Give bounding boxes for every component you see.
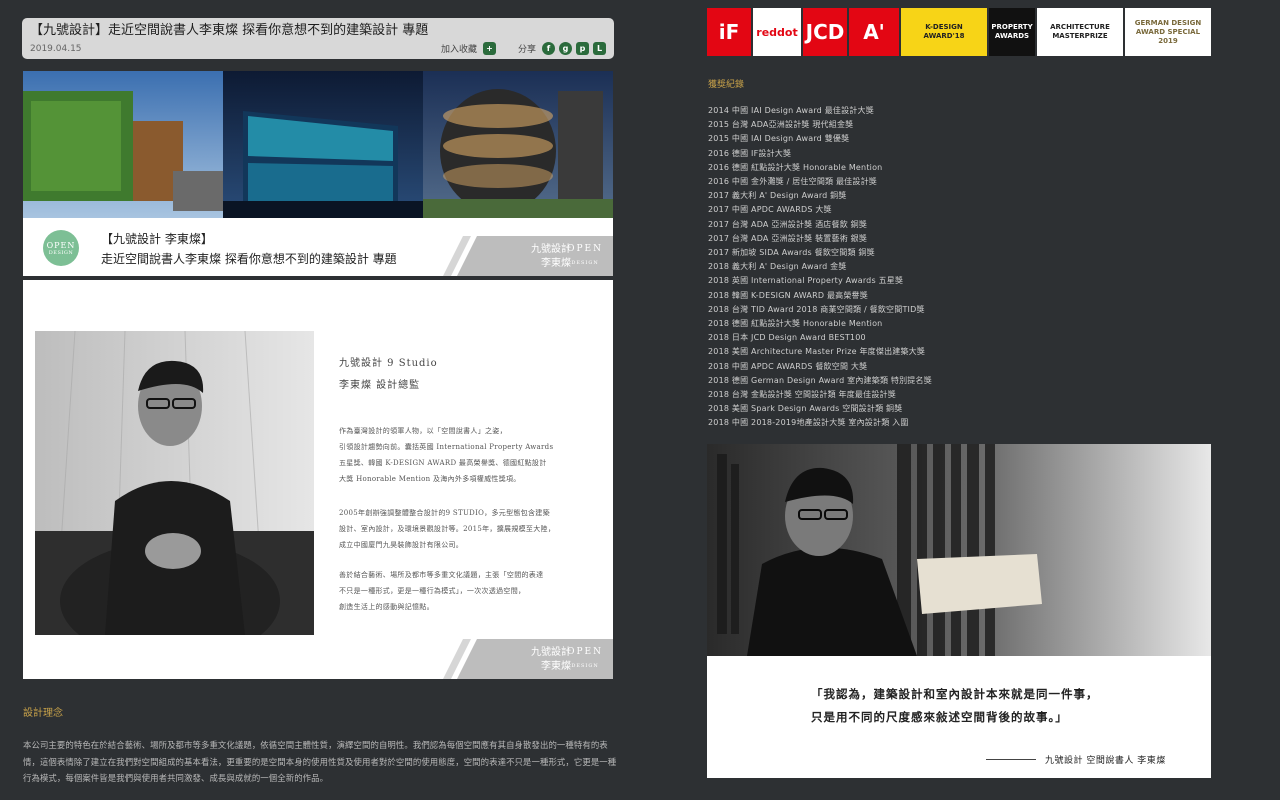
award-logo: K-DESIGN AWARD'18 bbox=[901, 8, 987, 56]
list-item: 2018 中國 2018-2019地產設計大獎 室內設計類 入圍 bbox=[708, 418, 909, 428]
list-item: 2015 中國 IAI Design Award 雙優獎 bbox=[708, 134, 850, 144]
award-logo: GERMAN DESIGN AWARD SPECIAL 2019 bbox=[1125, 8, 1211, 56]
plurk-icon[interactable]: p bbox=[576, 42, 589, 55]
open-design-logo: OPEN DESIGN bbox=[43, 230, 79, 266]
caption-line2: 走近空間說書人李東燦 探看你意想不到的建築設計 專題 bbox=[101, 252, 397, 266]
list-item: 2016 德國 紅點設計大獎 Honorable Mention bbox=[708, 162, 883, 172]
list-item: 2017 新加坡 SIDA Awards 餐飲空間類 銅獎 bbox=[708, 248, 875, 258]
list-item: 2016 中國 金外灘獎 / 居住空間類 最佳設計獎 bbox=[708, 177, 877, 187]
caption-line1: 【九號設計 李東燦】 bbox=[101, 232, 213, 246]
designer-title: 李東燦 設計總監 bbox=[339, 380, 421, 391]
list-item: 2016 德國 IF設計大獎 bbox=[708, 148, 792, 158]
award-logo: reddot bbox=[753, 8, 801, 56]
studio-name: 九號設計 9 Studio bbox=[339, 358, 438, 369]
list-item: 2017 台灣 ADA 亞洲設計獎 酒店餐飲 銅獎 bbox=[708, 219, 868, 229]
share-tools: 加入收藏 + 分享 f g p L bbox=[441, 42, 606, 55]
concept-body: 本公司主要的特色在於結合藝術、場所及都市等多重文化議題，依循空間主體性質，演繹空… bbox=[23, 740, 617, 783]
quote-card: 「我認為，建築設計和室內設計本來就是同一件事， 只是用不同的尺度感來敍述空間背後… bbox=[707, 444, 1211, 778]
quote-line2: 只是用不同的尺度感來敍述空間背後的故事。」 bbox=[811, 710, 1068, 724]
awards-list: 2014 中國 IAI Design Award 最佳設計大獎 2015 台灣 A… bbox=[708, 104, 932, 431]
architecture-collage-image bbox=[23, 71, 613, 218]
list-item: 2018 台灣 TID Award 2018 商業空間類 / 餐飲空間TID獎 bbox=[708, 304, 925, 314]
list-item: 2015 台灣 ADA亞洲設計獎 現代組金獎 bbox=[708, 120, 854, 130]
article-meta: 2019.04.15 加入收藏 + 分享 f g p L bbox=[30, 42, 606, 55]
list-item: 2018 中國 APDC AWARDS 餐飲空間 大獎 bbox=[708, 361, 868, 371]
concept-title: 設計理念 bbox=[23, 708, 63, 719]
bio-paragraph-2: 2005年創辦強調整體整合設計的9 STUDIO，多元型態包含建築 設計、室內設… bbox=[339, 509, 556, 549]
quote-signature: 九號設計 空間說書人 李東燦 bbox=[1045, 756, 1166, 766]
list-item: 2018 台灣 金點設計獎 空間設計類 年度最佳設計獎 bbox=[708, 390, 896, 400]
designer-reading-photo bbox=[707, 444, 1211, 656]
award-logo: ARCHITECTURE MASTERPRIZE bbox=[1037, 8, 1123, 56]
hero-caption: OPEN DESIGN 【九號設計 李東燦】 走近空間說書人李東燦 探看你意想不… bbox=[23, 218, 613, 276]
quote-rule bbox=[986, 759, 1036, 760]
list-item: 2018 美國 Architecture Master Prize 年度傑出建築… bbox=[708, 347, 926, 357]
corner-badge: 九號設計 李東燦 OPEN DESIGN bbox=[443, 236, 613, 276]
googleplus-icon[interactable]: g bbox=[559, 42, 572, 55]
bookmark-label[interactable]: 加入收藏 bbox=[441, 42, 477, 55]
bookmark-icon[interactable]: + bbox=[482, 42, 496, 55]
award-logo: PROPERTY AWARDS bbox=[989, 8, 1035, 56]
article-date: 2019.04.15 bbox=[30, 43, 82, 54]
bio-paragraph-3: 善於結合藝術、場所及都市等多重文化議題，主張「空間的表達 不只是一種形式，更是一… bbox=[339, 571, 544, 611]
list-item: 2018 英國 International Property Awards 五星… bbox=[708, 276, 904, 286]
hero-banner: OPEN DESIGN 【九號設計 李東燦】 走近空間說書人李東燦 探看你意想不… bbox=[23, 71, 613, 276]
designer-portrait-image bbox=[35, 331, 314, 635]
line-icon[interactable]: L bbox=[593, 42, 606, 55]
list-item: 2017 台灣 ADA 亞洲設計獎 裝置藝術 銀獎 bbox=[708, 233, 868, 243]
article-title: 【九號設計】走近空間說書人李東燦 探看你意想不到的建築設計 專題 bbox=[30, 23, 429, 38]
profile-card: 九號設計 9 Studio 李東燦 設計總監 作為臺灣設計的領軍人物，以「空間說… bbox=[23, 280, 613, 679]
list-item: 2018 義大利 A' Design Award 金獎 bbox=[708, 262, 847, 272]
list-item: 2018 德國 German Design Award 室內建築類 特別提名獎 bbox=[708, 375, 932, 385]
facebook-icon[interactable]: f bbox=[542, 42, 555, 55]
bio-paragraph-1: 作為臺灣設計的領軍人物，以「空間說書人」之姿， 引領設計趨勢向前。囊括英國 In… bbox=[339, 427, 554, 483]
award-logo: iF bbox=[707, 8, 751, 56]
list-item: 2018 韓國 K-DESIGN AWARD 最高榮譽獎 bbox=[708, 290, 868, 300]
list-item: 2017 義大利 A' Design Award 銅獎 bbox=[708, 191, 847, 201]
list-item: 2014 中國 IAI Design Award 最佳設計大獎 bbox=[708, 106, 874, 115]
article-header: 【九號設計】走近空間說書人李東燦 探看你意想不到的建築設計 專題 2019.04… bbox=[22, 18, 614, 59]
award-logo: A' bbox=[849, 8, 899, 56]
list-item: 2018 美國 Spark Design Awards 空間設計類 銅獎 bbox=[708, 404, 903, 414]
award-logo: JCD bbox=[803, 8, 847, 56]
quote-line1: 「我認為，建築設計和室內設計本來就是同一件事， bbox=[811, 687, 1099, 701]
list-item: 2018 德國 紅點設計大獎 Honorable Mention bbox=[708, 319, 883, 329]
share-label: 分享 bbox=[517, 45, 536, 55]
records-title: 獲獎紀錄 bbox=[708, 80, 745, 90]
list-item: 2018 日本 JCD Design Award BEST100 bbox=[708, 333, 866, 343]
profile-corner-badge: 九號設計 李東燦 OPEN DESIGN bbox=[443, 639, 613, 679]
list-item: 2017 中國 APDC AWARDS 大獎 bbox=[708, 205, 832, 215]
awards-logo-strip: iF reddot JCD A' K-DESIGN AWARD'18 PROPERTY A… bbox=[707, 8, 1211, 56]
